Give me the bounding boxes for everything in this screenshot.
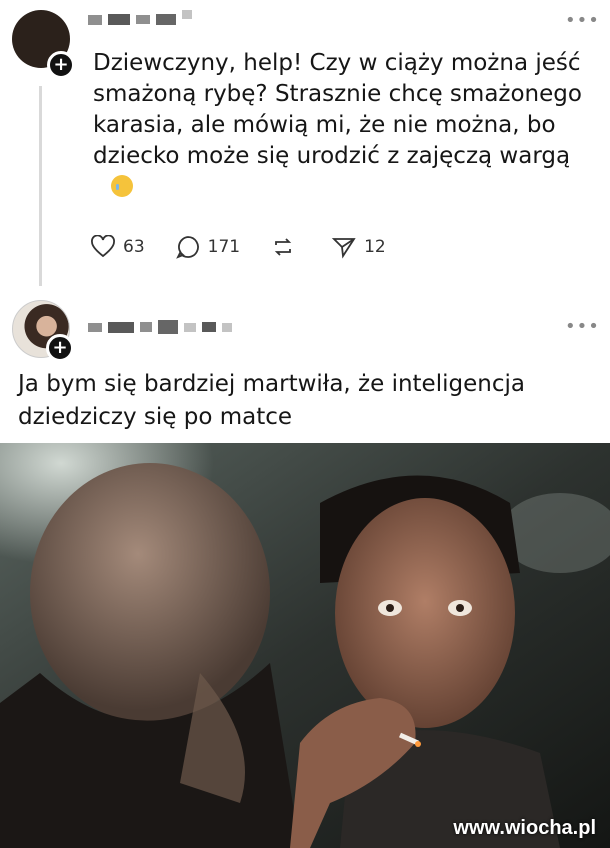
repost-button[interactable] bbox=[270, 235, 303, 259]
original-post: + ••• Dziewczyny, help! Czy w ciąży możn… bbox=[0, 0, 610, 290]
repost-icon bbox=[274, 238, 292, 256]
share-count: 12 bbox=[364, 237, 386, 257]
reply-author-name-redacted bbox=[88, 320, 232, 334]
author-name-redacted bbox=[88, 10, 192, 25]
more-options-icon[interactable]: ••• bbox=[565, 10, 600, 31]
photo-illustration bbox=[0, 443, 610, 848]
reply-post: + ••• Ja bym się bardziej martwiła, że i… bbox=[0, 290, 610, 443]
like-button[interactable]: 63 bbox=[90, 235, 145, 259]
thread-line bbox=[39, 86, 42, 286]
comment-icon bbox=[175, 236, 199, 259]
like-count: 63 bbox=[123, 237, 145, 257]
reply-text: Ja bym się bardziej martwiła, że intelig… bbox=[18, 371, 525, 430]
comment-button[interactable]: 171 bbox=[175, 234, 240, 260]
comment-count: 171 bbox=[207, 237, 241, 257]
post-text: Dziewczyny, help! Czy w ciąży można jeść… bbox=[93, 48, 603, 203]
heart-icon bbox=[91, 235, 115, 258]
watermark: www.wiocha.pl bbox=[453, 817, 596, 839]
share-button[interactable]: 12 bbox=[331, 235, 386, 259]
post-actions: 63 171 12 bbox=[90, 234, 416, 260]
reaction-photo: www.wiocha.pl bbox=[0, 443, 610, 848]
crying-face-icon bbox=[111, 175, 133, 197]
more-options-icon[interactable]: ••• bbox=[565, 316, 600, 337]
follow-plus-icon[interactable]: + bbox=[47, 51, 75, 79]
post-body: Dziewczyny, help! Czy w ciąży można jeść… bbox=[93, 50, 582, 169]
send-icon bbox=[331, 238, 356, 259]
follow-plus-icon[interactable]: + bbox=[46, 334, 74, 362]
